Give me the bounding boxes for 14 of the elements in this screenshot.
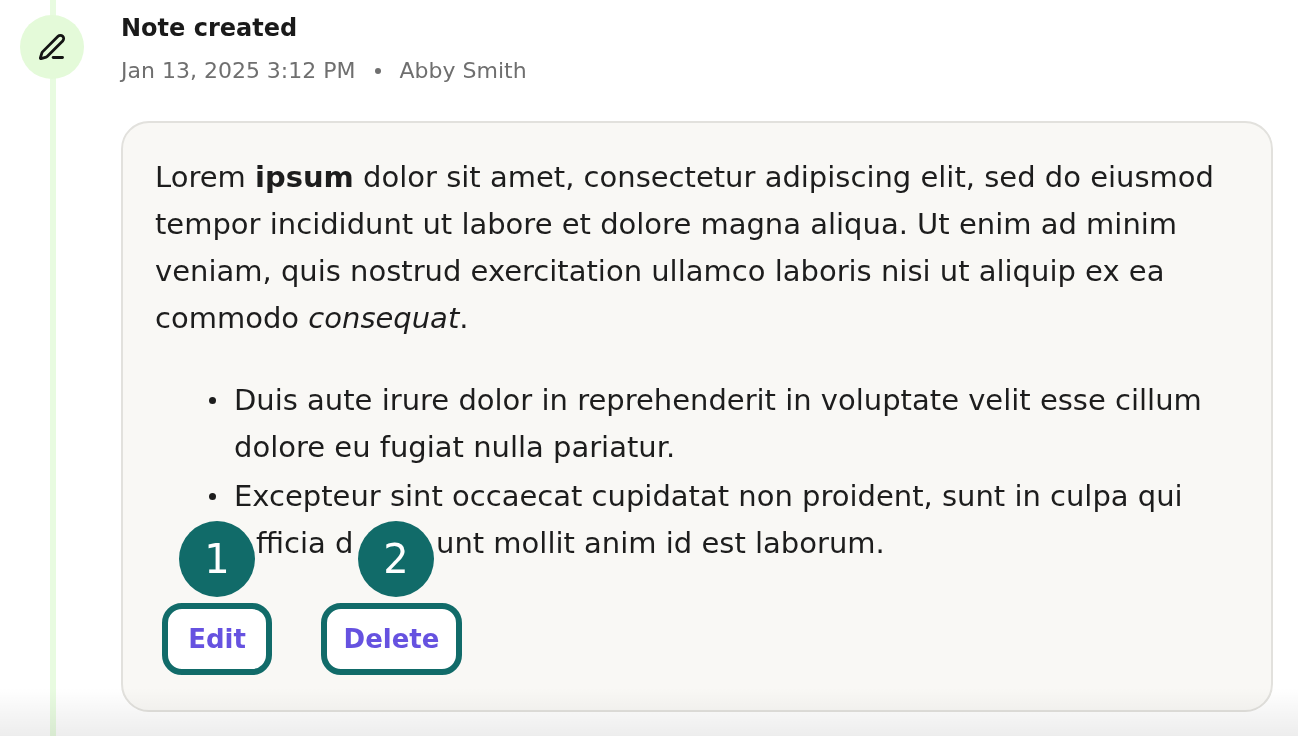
edit-button[interactable]: Edit <box>162 603 272 675</box>
bullet-icon <box>209 493 216 500</box>
callout-number-badge: 2 <box>358 521 434 597</box>
author-name: Abby Smith <box>399 57 527 85</box>
list-item-text: Excepteur sint occaecat cupidatat non proident, sunt in culpa qui <box>234 478 1183 515</box>
list-item-text-fragment: unt mollit anim id est laborum. <box>436 525 885 562</box>
list-item-text-fragment: fficia d <box>256 525 354 562</box>
delete-button[interactable]: Delete <box>321 603 462 675</box>
callout-number-badge: 1 <box>179 521 255 597</box>
entry-title: Note created <box>121 13 298 44</box>
list-item-text: Duis aute irure dolor in reprehenderit in voluptate velit esse cillum dolore eu fugiat nulla pariatur. <box>234 382 1203 466</box>
bullet-icon <box>209 397 216 404</box>
note-paragraph: Lorem ipsum dolor sit amet, consectetur adipiscing elit, sed do eiusmod tempor incididunt ut labore et dolore magna aliqua. Ut enim ad minim veniam, quis nostrud exercitation ullamco laboris nisi ut aliquip ex ea commodo consequat. <box>155 159 1215 337</box>
timestamp: Jan 13, 2025 3:12 PM <box>121 57 356 85</box>
